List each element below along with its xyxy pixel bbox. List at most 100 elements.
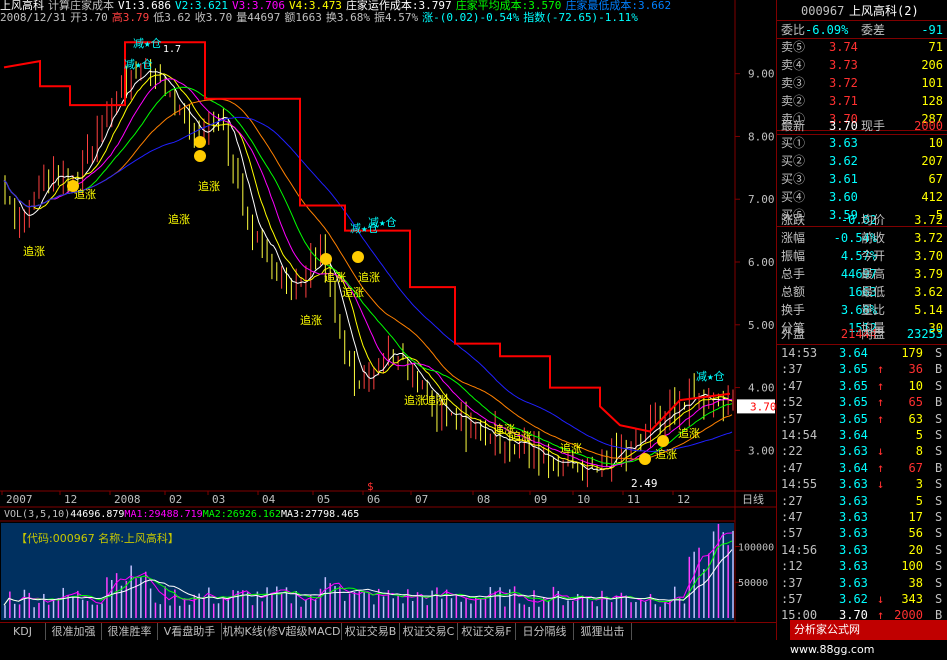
smile-marker (639, 453, 651, 465)
stat-row-cell: 换手 (781, 303, 806, 317)
vol-header-item-0: VOL(3,5,10) (4, 509, 71, 520)
tick-row-cell: 65 (908, 395, 923, 410)
chase-label: 追涨 (168, 212, 190, 226)
tick-row-cell: S (935, 510, 943, 524)
tick-row-cell: :47 (781, 510, 803, 524)
indicator-tab-0[interactable]: KDJ (0, 623, 46, 640)
indicator-tab-3[interactable]: V看盘助手 (158, 623, 222, 640)
tick-row: :57 3.62 ↓ 343 S (777, 591, 947, 607)
indicator-tab-8[interactable]: 日分隔线 (516, 623, 574, 640)
time-axis-label: 08 (477, 493, 490, 506)
smile-marker (352, 251, 364, 263)
price-axis-label: 6.00 (748, 256, 775, 269)
tick-row: :27 3.63 5 S (777, 493, 947, 509)
indicator-tab-7[interactable]: 权证交易F (458, 623, 516, 640)
buy-level-cell: 买④ (781, 190, 806, 204)
stat-row-cell: 3.70 (914, 249, 943, 263)
time-axis-label: 10 (577, 493, 590, 506)
sell-level-cell: 3.74 (829, 40, 858, 54)
stat-row: 振幅 4.57% 今开 3.70 (777, 248, 947, 264)
buy-level: 买③ 3.61 67 (777, 171, 947, 187)
ohlc-item-1: 开3.70 (70, 11, 108, 24)
sell-level-cell: 卖② (781, 94, 806, 108)
tick-row-cell: 67 (908, 460, 923, 475)
tick-row-cell: 14:56 (781, 542, 818, 557)
stat-row-cell: 总额 (781, 285, 806, 299)
stat-row: 涨幅 -0.54% 前收 3.72 (777, 230, 947, 246)
outer-inner-row-cell: 23253 (906, 327, 943, 341)
stat-row: 总手 44697 最高 3.79 (777, 266, 947, 282)
tick-row-cell: S (935, 526, 943, 541)
period-label: 日线 (742, 492, 764, 506)
ohlc-item-2: 高3.79 (111, 11, 150, 24)
buy-level-cell: 买① (781, 136, 806, 150)
tick-row: :12 3.63 100 S (777, 558, 947, 574)
time-axis-label: 2007 (6, 493, 33, 506)
ohlc-item-7: 换3.68% (325, 11, 370, 24)
quote-title: 000967 上风高科(2) (777, 3, 947, 19)
latest-row-cell: 最新 (781, 119, 806, 133)
time-axis-label: 02 (169, 493, 182, 506)
stat-row: 换手 3.68% 量比 5.14 (777, 302, 947, 318)
reduce-label: 减★仓 (124, 57, 153, 71)
stat-row-cell: 前收 (861, 231, 886, 245)
tick-row-cell: S (935, 542, 943, 557)
reduce-label: 减★仓 (133, 36, 162, 50)
vol-header-item-3: MA2:26926.162 (202, 509, 281, 520)
volume-header: VOL(3,5,10)44696.879MA1:29488.719MA2:269… (4, 509, 359, 520)
sell-level: 卖④ 3.73 206 (777, 57, 947, 73)
tick-row-cell: 14:55 (781, 477, 818, 492)
tick-row-cell: 56 (908, 526, 923, 541)
buy-level-cell: 3.61 (829, 172, 858, 186)
smile-marker (194, 150, 206, 162)
weibi-row-cell: 委比 (781, 23, 806, 37)
time-axis-label: 09 (534, 493, 547, 506)
stat-row: 总额 1663 最低 3.62 (777, 284, 947, 300)
tick-row: :52 3.65 ↑ 65 B (777, 394, 947, 410)
tick-row-cell: B (935, 460, 943, 475)
tick-row-cell: 8 (915, 444, 923, 459)
stat-row-cell: 最高 (861, 267, 886, 281)
chase-label: 追涨 (23, 244, 45, 258)
tick-row-cell: S (935, 378, 943, 393)
chase-label: 追涨 (358, 270, 380, 284)
tick-row-cell: S (935, 444, 943, 459)
indicator-tab-1[interactable]: 很准加强 (46, 623, 102, 640)
indicator-tab-6[interactable]: 权证交易C (400, 623, 458, 640)
time-axis-label: 12 (677, 493, 690, 506)
time-axis-label: 12 (64, 493, 77, 506)
ohlc-item-6: 额1663 (284, 11, 322, 24)
quote-title-cell: 上风高科(2) (849, 4, 919, 18)
tick-row-cell: B (935, 362, 943, 377)
tick-row-cell: S (935, 493, 943, 508)
indicator-tab-5[interactable]: 权证交易B (342, 623, 400, 640)
tick-row-cell: :12 (781, 559, 803, 574)
vol-header-item-4: MA3:27798.465 (280, 509, 360, 520)
ohlc-item-10: 指数(-72.65)-1.11% (523, 11, 638, 24)
indicator-tab-bar: KDJ 很准加强 很准胜率 V看盘助手 机构K线(修V超级MACD 权证交易B 权证交易C 权… (0, 622, 776, 641)
tick-row-cell: 20 (908, 542, 923, 557)
time-axis-label: 06 (367, 493, 380, 506)
tick-row: 14:55 3.63 ↓ 3 S (777, 476, 947, 492)
stat-row-cell: 5.14 (914, 303, 943, 317)
price-axis-label: 5.00 (748, 319, 775, 332)
tick-row-cell: 3.65 (839, 362, 868, 377)
tick-row-cell: S (935, 592, 943, 606)
sell-level-cell: 3.71 (829, 94, 858, 108)
stat-row-cell: 振幅 (781, 249, 806, 263)
indicator-tab-9[interactable]: 狐狸出击 (574, 623, 632, 640)
indicator-tab-4[interactable]: 机构K线(修V超级MACD (222, 623, 342, 640)
stat-row-cell: 均价 (861, 213, 886, 227)
chase-label: 追涨 (678, 426, 700, 440)
quote-separator (777, 20, 947, 21)
indicator-tab-2[interactable]: 很准胜率 (102, 623, 158, 640)
vol-header-item-1: 44696.879 (70, 509, 125, 520)
tick-row-cell: 5 (915, 493, 923, 508)
kline-chart-area[interactable]: 追涨追涨追涨追涨追涨追涨追涨追涨追涨 追涨追涨追涨追涨 追涨追涨减★仓减★仓减★仓减… (0, 0, 776, 622)
tick-row-cell: 3.62 (839, 592, 868, 606)
chase-label: 追涨 (560, 441, 582, 455)
buy-level-cell: 3.63 (829, 136, 858, 150)
ohlc-item-3: 低3.62 (153, 11, 191, 24)
chase-label: 追涨 (404, 393, 426, 407)
sell-level-cell: 卖⑤ (781, 40, 806, 54)
